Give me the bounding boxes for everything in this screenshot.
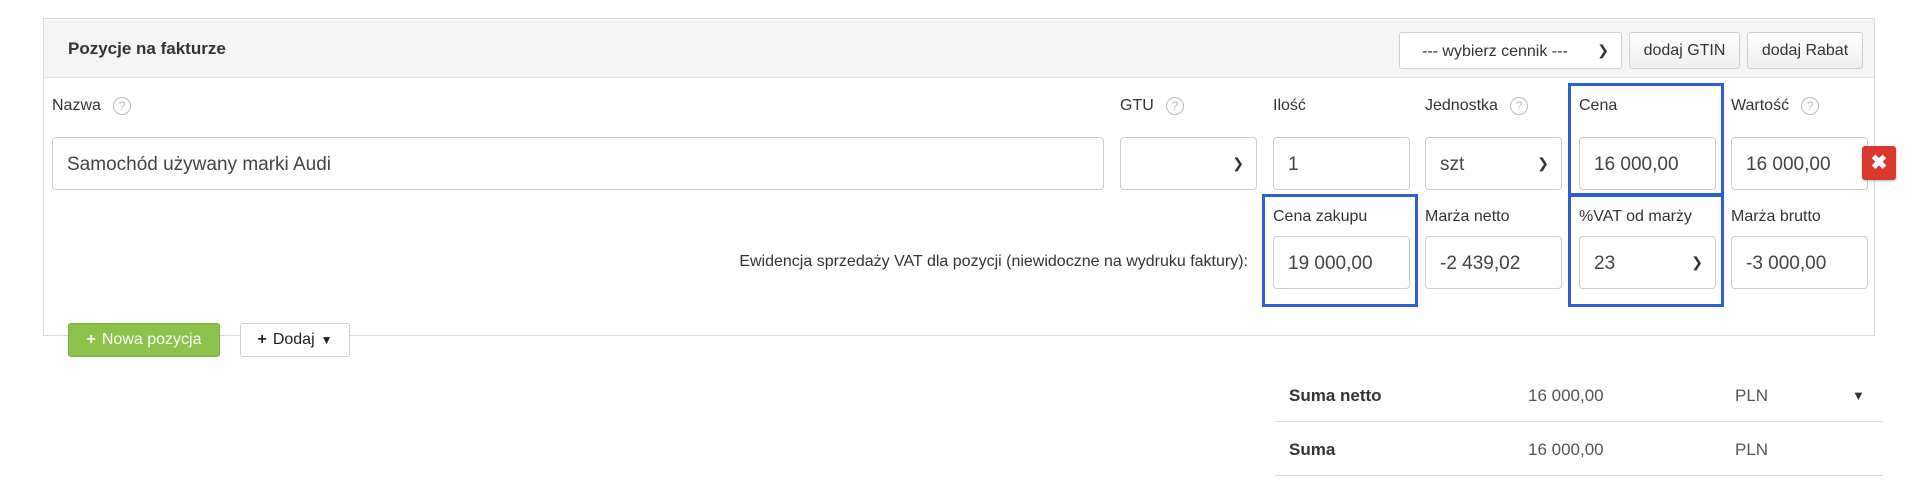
- caret-down-icon: ▼: [320, 333, 333, 347]
- summary-total-value: 16 000,00: [1528, 440, 1604, 459]
- summary-total-currency: PLN: [1735, 440, 1769, 459]
- summary-net-row: Suma netto 16 000,00 PLN ▼: [1275, 368, 1883, 422]
- gtu-select[interactable]: ❯: [1120, 137, 1257, 190]
- summary-divider: [1275, 475, 1883, 476]
- column-unit-text: Jednostka: [1425, 97, 1498, 115]
- column-value-label: Wartość?: [1731, 97, 1820, 115]
- plus-icon: +: [257, 331, 267, 348]
- column-unit-label: Jednostka?: [1425, 97, 1528, 115]
- summary-total-row: Suma 16 000,00 PLN: [1275, 422, 1883, 476]
- pricelist-select-value: --- wybierz cennik ---: [1422, 43, 1568, 60]
- gross-margin-field[interactable]: -3 000,00: [1731, 236, 1868, 289]
- add-gtin-button[interactable]: dodaj GTIN: [1629, 32, 1740, 69]
- summary-net-value: 16 000,00: [1528, 386, 1604, 405]
- new-item-button[interactable]: + Nowa pozycja: [68, 323, 220, 357]
- column-quantity-label: Ilość: [1273, 97, 1306, 114]
- unit-select-value: szt: [1440, 154, 1465, 175]
- help-icon[interactable]: ?: [1165, 97, 1184, 115]
- new-item-label: Nowa pozycja: [101, 331, 202, 348]
- column-name-label: Nazwa?: [52, 97, 131, 115]
- add-discount-button[interactable]: dodaj Rabat: [1747, 32, 1863, 69]
- column-value-text: Wartość: [1731, 97, 1790, 115]
- net-margin-label: Marża netto: [1425, 208, 1510, 225]
- column-gtu-label: GTU?: [1120, 97, 1184, 115]
- delete-item-button[interactable]: ✖: [1862, 146, 1896, 180]
- quantity-input[interactable]: 1: [1273, 137, 1410, 190]
- help-icon[interactable]: ?: [1509, 97, 1528, 115]
- summary-total-label: Suma: [1289, 440, 1336, 459]
- pricelist-select[interactable]: --- wybierz cennik --- ❯: [1399, 32, 1622, 69]
- column-name-text: Nazwa: [52, 97, 101, 115]
- summary-net-label: Suma netto: [1289, 386, 1382, 405]
- summary-net-currency: PLN: [1735, 386, 1769, 405]
- column-gtu-text: GTU: [1120, 97, 1154, 115]
- caret-down-icon[interactable]: ▼: [1852, 388, 1865, 403]
- add-dropdown-button[interactable]: + Dodaj ▼: [240, 323, 350, 357]
- chevron-down-icon: ❯: [1597, 42, 1609, 58]
- gross-margin-label: Marża brutto: [1731, 208, 1821, 225]
- add-label: Dodaj: [272, 331, 315, 348]
- vat-margin-note: Ewidencja sprzedaży VAT dla pozycji (nie…: [739, 253, 1248, 270]
- chevron-down-icon: ❯: [1537, 155, 1549, 171]
- price-highlight-box: [1568, 83, 1724, 196]
- purchase-price-highlight-box: [1262, 194, 1418, 307]
- item-name-input[interactable]: Samochód używany marki Audi: [52, 137, 1104, 190]
- net-margin-field[interactable]: -2 439,02: [1425, 236, 1562, 289]
- unit-select[interactable]: szt ❯: [1425, 137, 1562, 190]
- plus-icon: +: [86, 331, 96, 348]
- panel-title: Pozycje na fakturze: [68, 39, 226, 58]
- value-input[interactable]: 16 000,00: [1731, 137, 1868, 190]
- chevron-down-icon: ❯: [1232, 155, 1244, 171]
- help-icon[interactable]: ?: [1801, 97, 1820, 115]
- vat-rate-highlight-box: [1568, 194, 1724, 307]
- panel-header: Pozycje na fakturze --- wybierz cennik -…: [44, 19, 1874, 78]
- close-icon: ✖: [1870, 152, 1888, 174]
- help-icon[interactable]: ?: [112, 97, 131, 115]
